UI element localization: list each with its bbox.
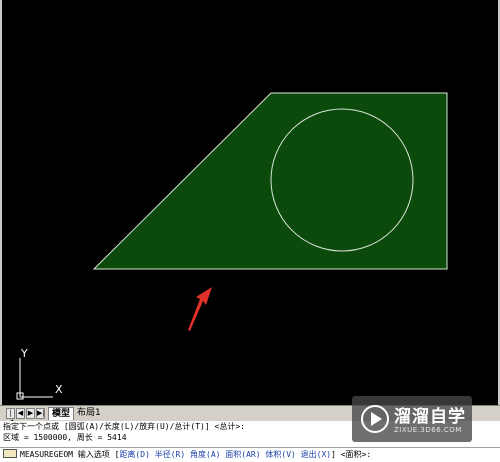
circle-hole[interactable] [270,108,414,252]
next-tab-button[interactable]: ▶ [26,408,35,419]
ucs-icon: Y X [16,347,63,400]
option-distance[interactable]: 距离(D) [119,450,149,459]
tab-model[interactable]: 模型 [48,407,75,420]
option-area[interactable]: 面积(AR) [225,450,260,459]
command-line[interactable]: MEASUREGEOM 输入选项 [距离(D) 半径(R) 角度(A) 面积(A… [0,447,500,462]
command-text: MEASUREGEOM 输入选项 [ [20,450,120,459]
cad-application-window: Y X |◀ ◀ ▶ ▶| 模型 布局1 指定下一个点或 [圆弧(A)/长度(L… [0,0,500,462]
red-pointer-arrow [188,287,212,331]
play-logo-icon [361,405,389,433]
first-tab-button[interactable]: |◀ [6,408,15,426]
prev-tab-button[interactable]: ◀ [16,408,25,419]
option-angle[interactable]: 角度(A) [190,450,220,459]
watermark-title: 溜溜自学 [394,407,466,427]
watermark-url: ZIXUE.3D66.COM [394,426,462,434]
watermark-overlay: 溜溜自学 ZIXUE.3D66.COM [352,396,472,442]
keyboard-icon [3,449,17,458]
option-exit[interactable]: 退出(X) [301,450,331,459]
ucs-y-label: Y [20,347,28,360]
command-suffix: ] <面积>: [331,450,372,459]
tab-layout1[interactable]: 布局1 [74,407,104,419]
ucs-x-label: X [55,383,63,396]
option-volume[interactable]: 体积(V) [265,450,295,459]
option-radius[interactable]: 半径(R) [155,450,185,459]
drawing-canvas[interactable]: Y X [0,0,500,405]
last-tab-button[interactable]: ▶| [36,408,45,419]
